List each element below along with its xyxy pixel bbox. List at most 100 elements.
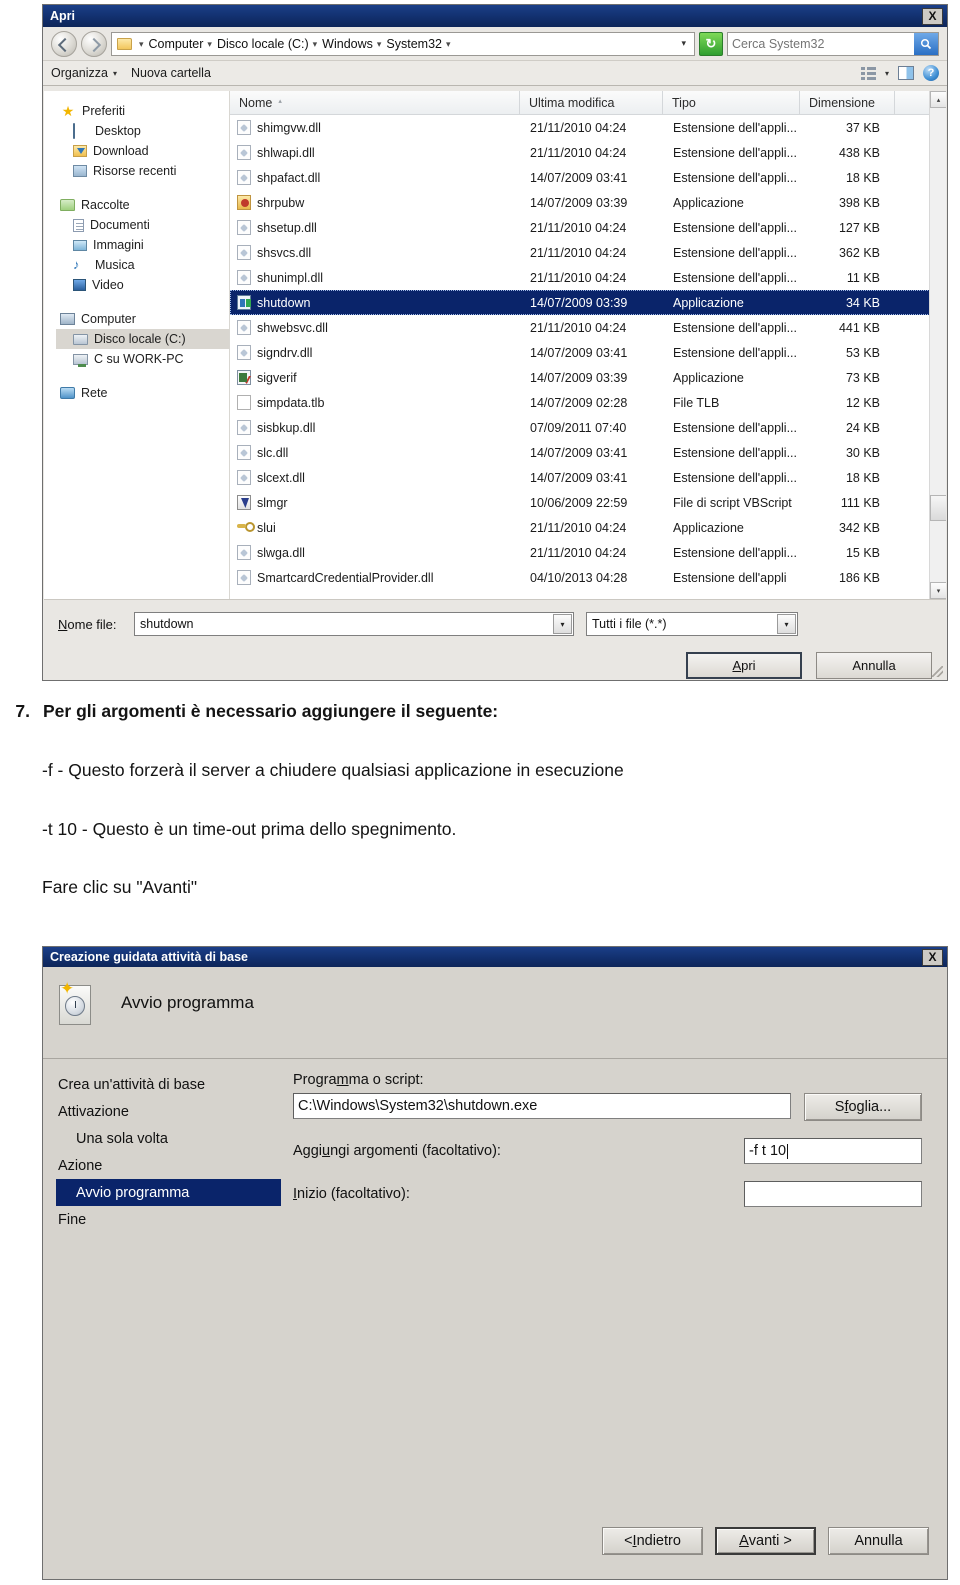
table-row[interactable]: shlwapi.dll 21/11/2010 04:24 Estensione de… — [230, 140, 946, 165]
sidebar-item-video[interactable]: Video — [56, 275, 229, 295]
file-name-cell: slcext.dll — [230, 470, 520, 485]
search-box[interactable] — [727, 31, 939, 56]
filename-input[interactable]: shutdown — [135, 617, 553, 631]
table-row[interactable]: shpafact.dll 14/07/2009 03:41 Estensione d… — [230, 165, 946, 190]
table-row[interactable]: sigverif 14/07/2009 03:39 Applicazione 73 K… — [230, 365, 946, 390]
breadcrumb-trailing-caret[interactable]: ▾ — [443, 39, 455, 50]
close-icon[interactable]: X — [922, 948, 943, 966]
browse-button[interactable]: Sf oglia... — [804, 1093, 922, 1121]
address-history-dropdown-icon[interactable]: ▾ — [676, 38, 691, 49]
preview-pane-icon[interactable] — [898, 66, 914, 80]
nav-group-rete[interactable]: Rete — [56, 383, 229, 403]
column-header-dimensione[interactable]: Dimensione — [800, 91, 895, 114]
dll-icon — [237, 220, 251, 235]
address-bar[interactable]: ▾ Computer ▾ Disco locale (C:) ▾ Windows… — [111, 31, 695, 56]
wizard-step-fine[interactable]: Fine — [56, 1206, 287, 1233]
wizard-step-azione[interactable]: Azione — [56, 1152, 287, 1179]
program-label: Programma o script: — [293, 1072, 922, 1088]
view-chevron-down-icon[interactable]: ▾ — [885, 69, 889, 78]
open-button[interactable]: Apri — [686, 652, 802, 679]
scroll-up-icon[interactable]: ▴ — [930, 91, 946, 108]
file-size: 15 KB — [845, 545, 880, 560]
cancel-button[interactable]: Annulla — [816, 652, 932, 679]
navigation-pane: ★ Preferiti Desktop Download Risorse rec… — [44, 91, 230, 599]
column-header-nome[interactable]: Nome ▴ — [230, 91, 520, 114]
wizard-step-attivazione[interactable]: Attivazione — [56, 1098, 287, 1125]
network-drive-icon — [73, 353, 88, 367]
table-row[interactable]: shimgvw.dll 21/11/2010 04:24 Estensione de… — [230, 115, 946, 140]
table-row[interactable]: signdrv.dll 14/07/2009 03:41 Estensione de… — [230, 340, 946, 365]
column-header-nome-label: Nome — [239, 95, 273, 110]
cancel-button[interactable]: Annulla — [828, 1527, 929, 1555]
sidebar-item-download[interactable]: Download — [56, 141, 229, 161]
file-type: File di script VBScript — [673, 495, 792, 510]
view-options-icon[interactable] — [860, 66, 876, 80]
breadcrumb-item-disco-locale[interactable]: Disco locale (C:) — [216, 37, 310, 51]
nav-label-risorse-recenti: Risorse recenti — [93, 164, 177, 178]
sidebar-item-musica[interactable]: ♪ Musica — [56, 255, 229, 275]
start-in-label-post: nizio (facoltativo): — [297, 1186, 410, 1202]
table-row[interactable]: simpdata.tlb 14/07/2009 02:28 File TLB 12 K… — [230, 390, 946, 415]
file-type: Estensione dell'appli... — [673, 220, 797, 235]
scrollbar-thumb[interactable] — [930, 495, 946, 521]
forward-button[interactable] — [81, 30, 107, 57]
file-type-filter-combobox[interactable]: Tutti i file (*.*) ▾ — [586, 612, 798, 636]
dll-icon — [237, 445, 251, 460]
nav-group-computer[interactable]: Computer — [56, 309, 229, 329]
breadcrumb-item-windows[interactable]: Windows — [321, 37, 374, 51]
file-size: 441 KB — [838, 320, 880, 335]
table-row[interactable]: shwebsvc.dll 21/11/2010 04:24 Estensione d… — [230, 315, 946, 340]
basic-task-wizard: Creazione guidata attività di base X ✦ A… — [42, 946, 948, 1580]
wizard-step-avvio-programma[interactable]: Avvio programma — [56, 1179, 281, 1206]
column-header-ultima-modifica[interactable]: Ultima modifica — [520, 91, 663, 114]
table-row[interactable]: shutdown 14/07/2009 03:39 Applicazione 34 K… — [230, 290, 946, 315]
vbscript-icon — [237, 495, 251, 510]
nav-group-preferiti[interactable]: ★ Preferiti — [56, 101, 229, 121]
table-row[interactable]: slui 21/11/2010 04:24 Applicazione 342 KB — [230, 515, 946, 540]
file-type: Estensione dell'appli... — [673, 270, 797, 285]
sidebar-item-disco-locale-c[interactable]: Disco locale (C:) — [56, 329, 229, 349]
table-row[interactable]: shsvcs.dll 21/11/2010 04:24 Estensione del… — [230, 240, 946, 265]
sidebar-item-c-su-work-pc[interactable]: C su WORK-PC — [56, 349, 229, 369]
breadcrumb-item-computer[interactable]: Computer — [148, 37, 205, 51]
resize-grip-icon[interactable] — [932, 666, 943, 677]
filename-dropdown-icon[interactable]: ▾ — [553, 614, 572, 634]
table-row[interactable]: shunimpl.dll 21/11/2010 04:24 Estensione d… — [230, 265, 946, 290]
wizard-step-crea-un-attivit-di-base[interactable]: Crea un'attività di base — [56, 1071, 287, 1098]
start-in-input[interactable] — [744, 1181, 922, 1207]
breadcrumb-item-system32[interactable]: System32 — [385, 37, 443, 51]
table-row[interactable]: slcext.dll 14/07/2009 03:41 Estensione del… — [230, 465, 946, 490]
table-row[interactable]: sisbkup.dll 07/09/2011 07:40 Estensione de… — [230, 415, 946, 440]
table-row[interactable]: shsetup.dll 21/11/2010 04:24 Estensione de… — [230, 215, 946, 240]
scroll-down-icon[interactable]: ▾ — [930, 582, 946, 599]
back-button[interactable]: < Indietro — [602, 1527, 703, 1555]
next-button[interactable]: Avanti > — [715, 1527, 816, 1555]
filename-combobox[interactable]: shutdown ▾ — [134, 612, 574, 636]
new-folder-button[interactable]: Nuova cartella — [131, 66, 211, 80]
search-input[interactable] — [728, 36, 914, 51]
table-row[interactable]: slmgr 10/06/2009 22:59 File di script VBSc… — [230, 490, 946, 515]
column-header-tipo[interactable]: Tipo — [663, 91, 800, 114]
share-wizard-icon — [237, 195, 251, 210]
nav-group-raccolte[interactable]: Raccolte — [56, 195, 229, 215]
sidebar-item-immagini[interactable]: Immagini — [56, 235, 229, 255]
sidebar-item-documenti[interactable]: Documenti — [56, 215, 229, 235]
program-input[interactable]: C:\Windows\System32\shutdown.exe — [293, 1093, 791, 1119]
help-icon[interactable]: ? — [923, 65, 939, 81]
new-folder-label: Nuova cartella — [131, 66, 211, 80]
sidebar-item-desktop[interactable]: Desktop — [56, 121, 229, 141]
sidebar-item-risorse-recenti[interactable]: Risorse recenti — [56, 161, 229, 181]
wizard-step-una-sola-volta[interactable]: Una sola volta — [56, 1125, 287, 1152]
close-icon[interactable]: X — [922, 7, 943, 25]
table-row[interactable]: shrpubw 14/07/2009 03:39 Applicazione 398 K… — [230, 190, 946, 215]
file-list-scrollbar[interactable]: ▴ ▾ — [929, 91, 946, 599]
file-type-dropdown-icon[interactable]: ▾ — [777, 614, 796, 634]
refresh-icon[interactable]: ↻ — [699, 31, 723, 56]
search-icon[interactable] — [914, 32, 938, 55]
back-button[interactable] — [51, 30, 77, 57]
arguments-input[interactable]: -f t 10 — [744, 1138, 922, 1164]
organize-menu[interactable]: Organizza ▾ — [51, 66, 117, 80]
table-row[interactable]: slc.dll 14/07/2009 03:41 Estensione dell'a… — [230, 440, 946, 465]
table-row[interactable]: slwga.dll 21/11/2010 04:24 Estensione dell… — [230, 540, 946, 565]
table-row[interactable]: SmartcardCredentialProvider.dll 04/10/201… — [230, 565, 946, 590]
